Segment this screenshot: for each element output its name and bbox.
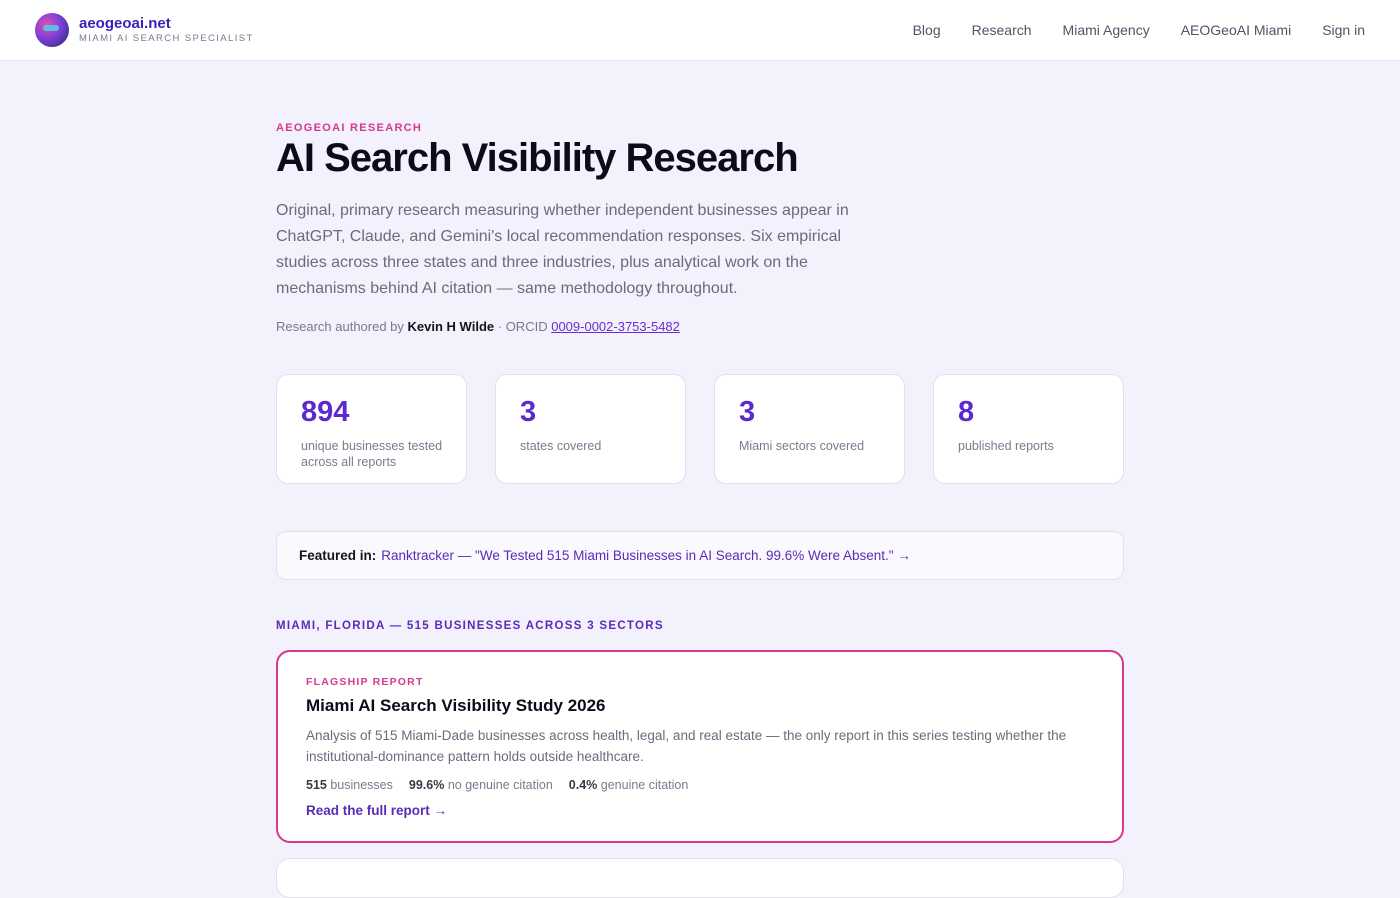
card-kicker: FLAGSHIP REPORT: [306, 676, 424, 688]
stat-value: 3: [520, 396, 537, 428]
stat-value: 3: [739, 396, 756, 428]
brand[interactable]: aeogeoai.net MIAMI AI SEARCH SPECIALIST: [35, 13, 254, 47]
next-report-card[interactable]: [276, 858, 1124, 898]
author-name: Kevin H Wilde: [407, 319, 495, 334]
site-header: aeogeoai.net MIAMI AI SEARCH SPECIALIST …: [0, 0, 1400, 61]
metric: 0.4% genuine citation: [569, 778, 689, 792]
brand-logo-icon[interactable]: [35, 13, 69, 47]
metric: 99.6% no genuine citation: [409, 778, 553, 792]
stat-label: published reports: [958, 439, 1054, 453]
nav-sign-in[interactable]: Sign in: [1322, 22, 1365, 38]
brand-text: aeogeoai.net MIAMI AI SEARCH SPECIALIST: [79, 16, 254, 44]
stat-label: Miami sectors covered: [739, 439, 865, 453]
stat-label: states covered: [520, 439, 602, 453]
nav-blog[interactable]: Blog: [913, 22, 941, 38]
metric-value: 99.6%: [408, 778, 445, 792]
nav-research[interactable]: Research: [972, 22, 1032, 38]
main-nav: Blog Research Miami Agency AEOGeoAI Miam…: [913, 22, 1365, 38]
stat-card: 3 Miami sectors covered: [714, 374, 905, 484]
page-title: AI Search Visibility Research: [276, 136, 799, 180]
metric-label: businesses: [330, 778, 393, 792]
metric: 515 businesses: [306, 778, 393, 792]
read-report-link[interactable]: Read the full report →: [306, 803, 447, 818]
featured-label: Featured in:: [299, 548, 377, 563]
stats-row: 894 unique businesses tested across all …: [276, 374, 1124, 484]
hero-lead: Original, primary research measuring whe…: [276, 202, 849, 297]
metric-value: 0.4%: [568, 778, 598, 792]
orcid-prefix: · ORCID: [497, 319, 548, 334]
stat-card: 894 unique businesses tested across all …: [276, 374, 467, 484]
nav-miami-agency[interactable]: Miami Agency: [1063, 22, 1150, 38]
stat-value: 8: [958, 396, 975, 428]
flagship-report-card[interactable]: FLAGSHIP REPORT Miami AI Search Visibili…: [276, 650, 1124, 843]
card-title[interactable]: Miami AI Search Visibility Study 2026: [306, 696, 606, 716]
featured-link[interactable]: Ranktracker — "We Tested 515 Miami Busin…: [381, 548, 911, 563]
card-metrics: 515 businesses 99.6% no genuine citation…: [306, 778, 688, 792]
nav-aeogeoai-miami[interactable]: AEOGeoAI Miami: [1181, 22, 1291, 38]
hero-kicker: AEOGEOAI RESEARCH: [276, 122, 423, 134]
byline-prefix: Research authored by: [276, 319, 404, 334]
byline: Research authored by Kevin H Wilde · ORC…: [276, 319, 680, 334]
stat-label: unique businesses tested across all repo…: [301, 439, 443, 469]
stat-card: 3 states covered: [495, 374, 686, 484]
orcid-link[interactable]: 0009-0002-3753-5482: [551, 319, 680, 334]
card-description: Analysis of 515 Miami-Dade businesses ac…: [306, 728, 1067, 764]
section-title: MIAMI, FLORIDA — 515 BUSINESSES ACROSS 3…: [276, 620, 664, 632]
metric-label: genuine citation: [600, 778, 689, 792]
brand-name[interactable]: aeogeoai.net: [79, 16, 254, 31]
metric-label: no genuine citation: [447, 778, 553, 792]
brand-tagline: MIAMI AI SEARCH SPECIALIST: [79, 33, 254, 45]
metric-value: 515: [306, 778, 327, 792]
stat-card: 8 published reports: [933, 374, 1124, 484]
featured-banner: Featured in: Ranktracker — "We Tested 51…: [276, 531, 1124, 580]
stat-value: 894: [301, 396, 350, 428]
